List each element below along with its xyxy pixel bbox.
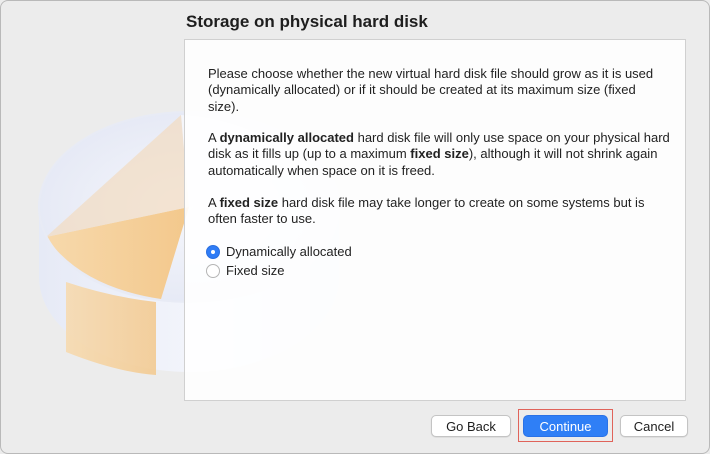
bold-term: fixed size xyxy=(219,195,279,210)
radio-unselected-icon[interactable] xyxy=(206,263,220,278)
intro-paragraph: Please choose whether the new virtual ha… xyxy=(208,66,654,114)
radio-selected-icon[interactable] xyxy=(206,244,220,259)
content-panel: Please choose whether the new virtual ha… xyxy=(184,39,686,401)
continue-button[interactable]: Continue xyxy=(523,415,608,437)
dialog-title: Storage on physical hard disk xyxy=(186,12,428,31)
bold-term: dynamically allocated xyxy=(219,130,354,145)
paragraph-text: A xyxy=(208,195,220,210)
paragraph-text: A xyxy=(208,130,220,145)
radio-dynamically-allocated[interactable]: Dynamically allocated xyxy=(206,244,352,259)
radio-label[interactable]: Fixed size xyxy=(226,263,285,278)
radio-fixed-size[interactable]: Fixed size xyxy=(206,263,285,278)
wizard-window: Storage on physical hard disk Please cho… xyxy=(0,0,710,454)
go-back-button[interactable]: Go Back xyxy=(431,415,511,437)
cancel-button[interactable]: Cancel xyxy=(620,415,688,437)
bold-term: fixed size xyxy=(410,146,469,162)
fixed-description-paragraph: A fixed size hard disk file may take lon… xyxy=(208,195,670,228)
radio-label[interactable]: Dynamically allocated xyxy=(226,244,352,259)
dynamic-description-paragraph: A dynamically allocated hard disk file w… xyxy=(208,130,670,179)
